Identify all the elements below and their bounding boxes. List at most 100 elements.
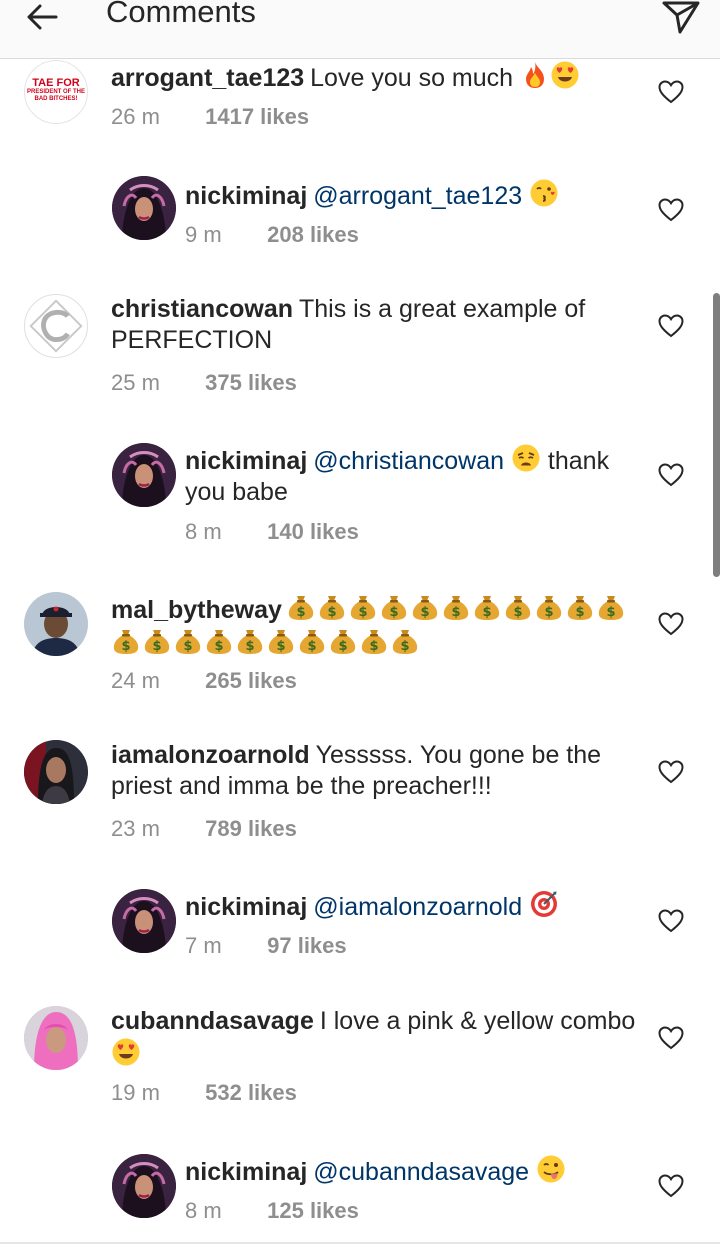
- comment-username[interactable]: nickiminaj: [185, 182, 307, 210]
- comment-meta: 19 m 532 likes: [111, 1080, 297, 1106]
- comment-text: nickiminaj @christiancowan thank you babe: [185, 443, 645, 508]
- comment-likes[interactable]: 125 likes: [267, 1198, 359, 1223]
- comment-username[interactable]: mal_bytheway: [111, 596, 282, 624]
- comment-body: I love a pink & yellow combo: [319, 1007, 636, 1035]
- money-bag-emoji-icon: [379, 592, 409, 622]
- comment-likes[interactable]: 265 likes: [205, 668, 297, 693]
- money-bag-emoji-icon: [359, 626, 389, 656]
- comment-text: cubanndasavage I love a pink & yellow com…: [111, 1006, 651, 1071]
- comment-text: christiancowan This is a great example of…: [111, 294, 651, 356]
- comment-time: 25 m: [111, 370, 160, 395]
- reply-item: nickiminaj @christiancowan thank you babe…: [0, 443, 720, 553]
- comment-likes[interactable]: 97 likes: [267, 933, 347, 958]
- avatar-logo: [29, 299, 83, 353]
- comment-text: iamalonzoarnold Yesssss. You gone be the …: [111, 740, 651, 802]
- share-button[interactable]: [660, 0, 702, 38]
- comment-meta: 24 m 265 likes: [111, 668, 297, 694]
- reply-item: nickiminaj @cubanndasavage 8 m 125 likes: [0, 1154, 720, 1244]
- comment-item: iamalonzoarnold Yesssss. You gone be the …: [0, 740, 720, 850]
- like-heart-icon[interactable]: [658, 80, 684, 104]
- comment-likes[interactable]: 532 likes: [205, 1080, 297, 1105]
- comment-meta: 7 m 97 likes: [185, 933, 347, 959]
- comment-likes[interactable]: 789 likes: [205, 816, 297, 841]
- page-title: Comments: [106, 0, 256, 29]
- avatar-image: [24, 1006, 88, 1070]
- comment-likes[interactable]: 375 likes: [205, 370, 297, 395]
- money-bag-emoji-icon: [297, 626, 327, 656]
- comment-time: 23 m: [111, 816, 160, 841]
- comment-item: mal_bytheway 24 m 265 likes: [0, 592, 720, 702]
- like-heart-icon[interactable]: [658, 463, 684, 487]
- avatar[interactable]: [24, 294, 88, 358]
- comment-time: 8 m: [185, 519, 222, 544]
- comment-likes[interactable]: 140 likes: [267, 519, 359, 544]
- comment-text: mal_bytheway: [111, 592, 641, 660]
- comment-meta: 9 m 208 likes: [185, 222, 359, 248]
- like-heart-icon[interactable]: [658, 909, 684, 933]
- avatar[interactable]: [112, 1154, 176, 1218]
- comment-likes[interactable]: 1417 likes: [205, 104, 309, 129]
- mention-link[interactable]: @cubanndasavage: [313, 1158, 529, 1186]
- like-heart-icon[interactable]: [658, 314, 684, 338]
- comment-meta: 23 m 789 likes: [111, 816, 297, 842]
- money-bag-emoji-icon: [204, 626, 234, 656]
- tongue-out-emoji-icon: [536, 1154, 566, 1184]
- comment-likes[interactable]: 208 likes: [267, 222, 359, 247]
- mention-link[interactable]: @arrogant_tae123: [313, 182, 522, 210]
- money-bag-emoji-icon: [348, 592, 378, 622]
- comment-username[interactable]: nickiminaj: [185, 1158, 307, 1186]
- like-heart-icon[interactable]: [658, 612, 684, 636]
- comment-username[interactable]: cubanndasavage: [111, 1007, 314, 1035]
- comment-username[interactable]: christiancowan: [111, 295, 293, 323]
- avatar-image: [112, 1154, 176, 1218]
- avatar[interactable]: [112, 443, 176, 507]
- avatar[interactable]: [24, 740, 88, 804]
- avatar-image: [112, 889, 176, 953]
- comment-text: nickiminaj @cubanndasavage: [185, 1154, 645, 1188]
- scrollbar[interactable]: [713, 293, 720, 577]
- like-heart-icon[interactable]: [658, 1174, 684, 1198]
- comment-meta: 26 m 1417 likes: [111, 104, 309, 130]
- avatar[interactable]: [24, 1006, 88, 1070]
- avatar-logo-text: TAE FOR: [32, 77, 80, 89]
- money-bag-emoji-icon: [235, 626, 265, 656]
- comment-username[interactable]: nickiminaj: [185, 447, 307, 475]
- avatar-image: [24, 592, 88, 656]
- comment-text: arrogant_tae123 Love you so much: [111, 60, 641, 94]
- comment-username[interactable]: arrogant_tae123: [111, 64, 304, 92]
- avatar-logo-text: BAD BITCHES!: [34, 96, 78, 102]
- comment-username[interactable]: iamalonzoarnold: [111, 741, 310, 769]
- avatar[interactable]: TAE FOR PRESIDENT OF THE BAD BITCHES!: [24, 60, 88, 124]
- money-bag-emoji-icon: [534, 592, 564, 622]
- reply-item: nickiminaj @iamalonzoarnold 7 m 97 likes: [0, 889, 720, 999]
- money-bag-emoji-icon: [390, 626, 420, 656]
- heart-eyes-emoji-icon: [550, 60, 580, 90]
- comment-item: cubanndasavage I love a pink & yellow com…: [0, 1006, 720, 1116]
- money-bag-emoji-icon: [328, 626, 358, 656]
- mention-link[interactable]: @iamalonzoarnold: [313, 893, 522, 921]
- comment-time: 24 m: [111, 668, 160, 693]
- like-heart-icon[interactable]: [658, 198, 684, 222]
- comment-username[interactable]: nickiminaj: [185, 893, 307, 921]
- avatar[interactable]: [112, 889, 176, 953]
- mention-link[interactable]: @christiancowan: [313, 447, 504, 475]
- comment-meta: 8 m 125 likes: [185, 1198, 359, 1224]
- avatar-image: [24, 740, 88, 804]
- back-button[interactable]: [22, 0, 66, 40]
- comment-meta: 8 m 140 likes: [185, 519, 359, 545]
- direct-hit-emoji-icon: [529, 889, 559, 919]
- money-bag-emoji-icon: [111, 626, 141, 656]
- comment-time: 7 m: [185, 933, 222, 958]
- comment-body: Love you so much: [310, 64, 514, 92]
- avatar[interactable]: [24, 592, 88, 656]
- comment-item: christiancowan This is a great example of…: [0, 294, 720, 404]
- money-bag-emoji-icon: [565, 592, 595, 622]
- money-bag-emoji-icon: [266, 626, 296, 656]
- back-arrow-icon: [27, 4, 58, 30]
- avatar-image: [112, 176, 176, 240]
- like-heart-icon[interactable]: [658, 1026, 684, 1050]
- avatar[interactable]: [112, 176, 176, 240]
- comment-text: nickiminaj @arrogant_tae123: [185, 178, 645, 212]
- comment-time: 9 m: [185, 222, 222, 247]
- like-heart-icon[interactable]: [658, 760, 684, 784]
